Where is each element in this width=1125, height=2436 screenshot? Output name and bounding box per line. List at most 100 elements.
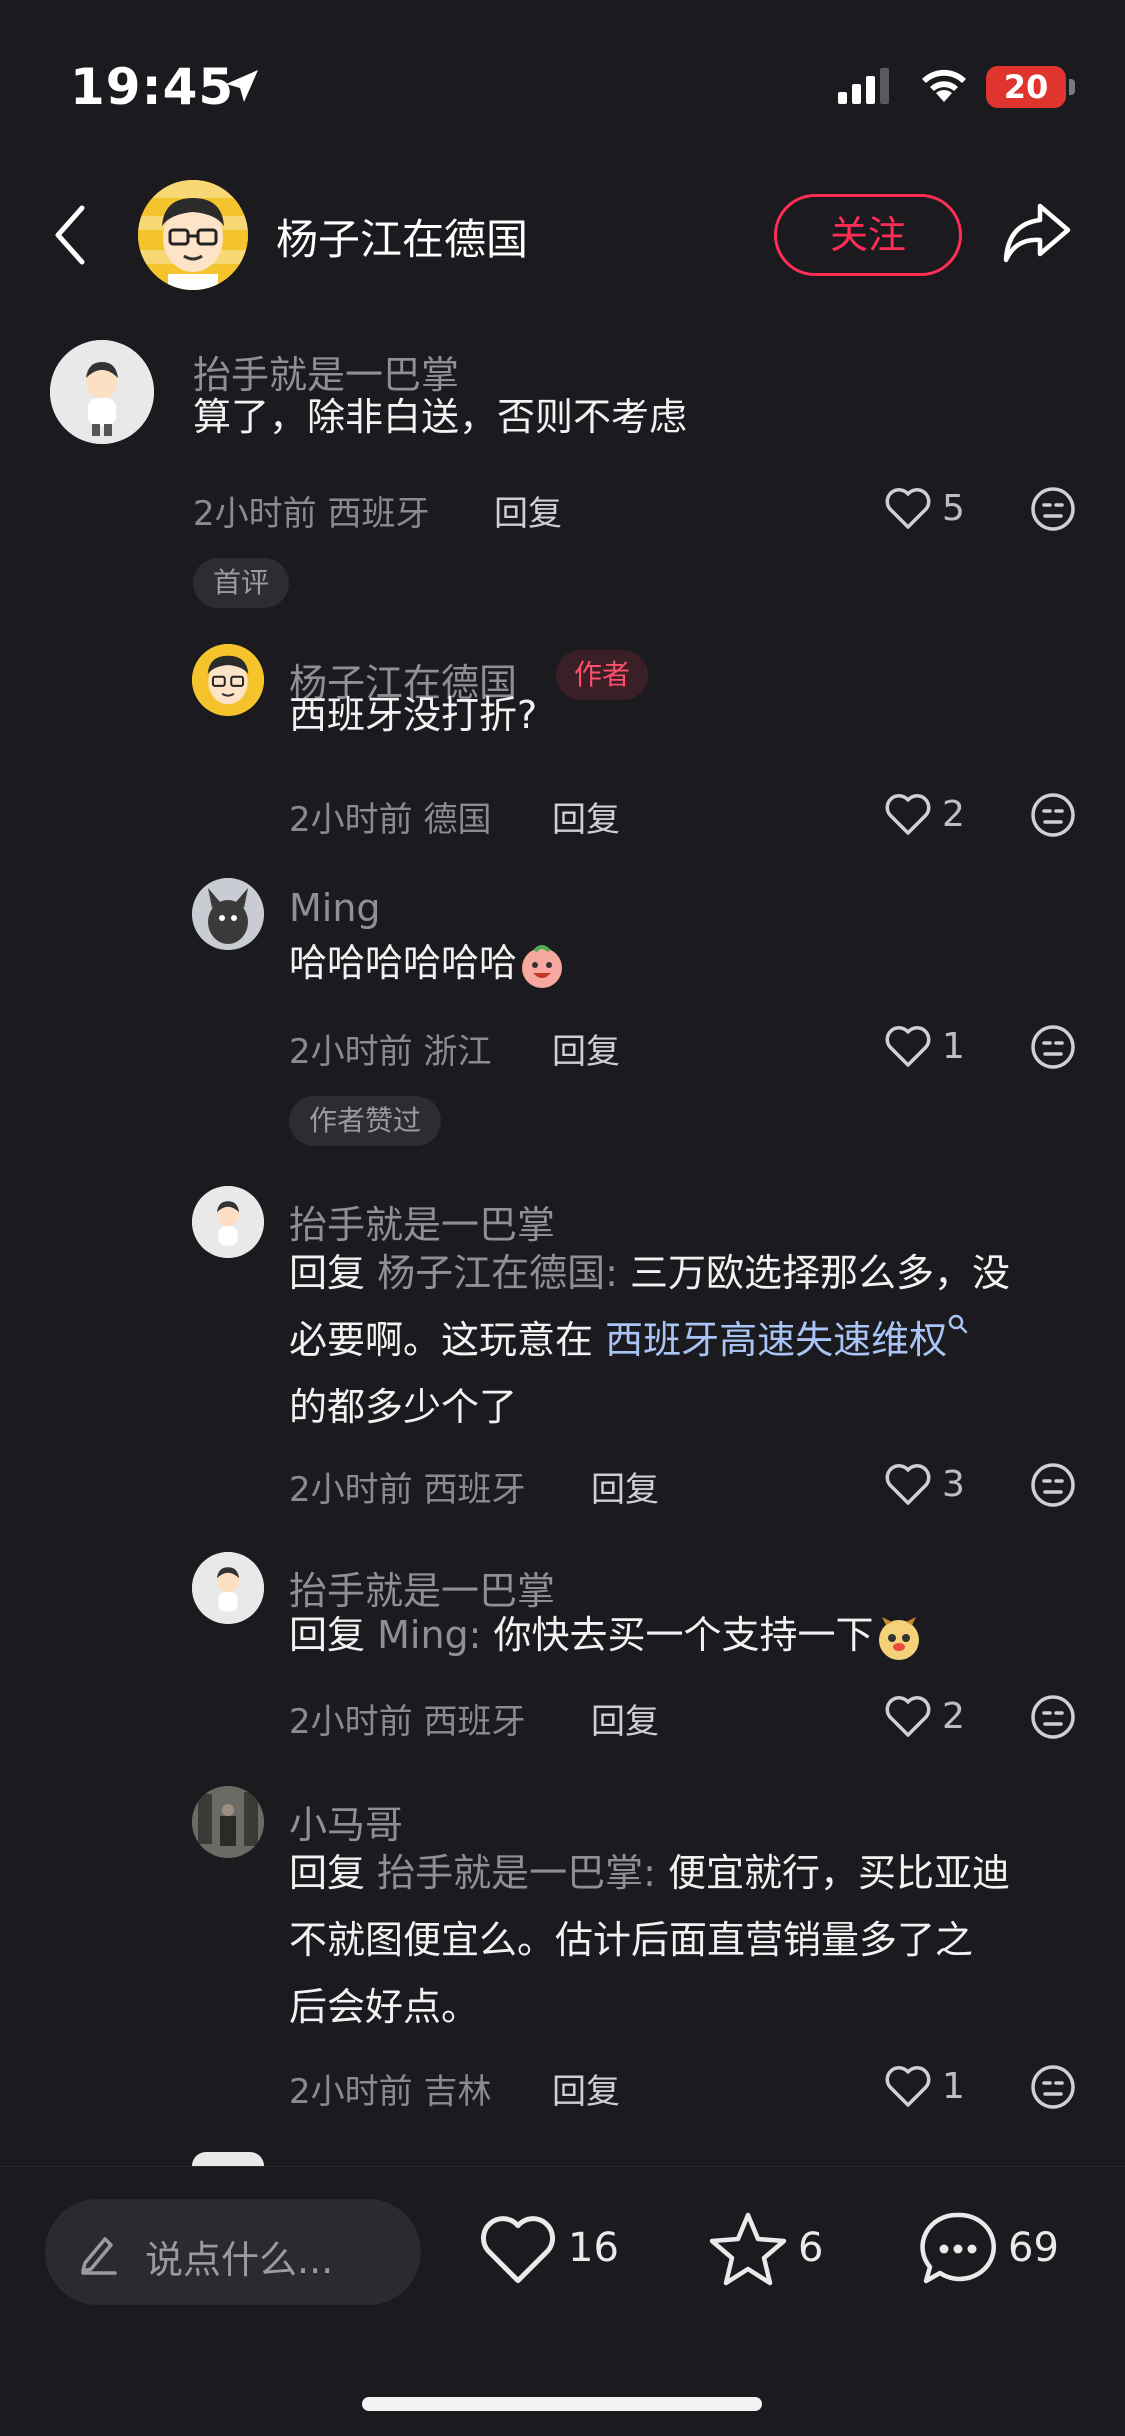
comment-text-content: 便宜就行，买比亚迪	[655, 1851, 1011, 1895]
mention-username[interactable]: 抬手就是一巴掌:	[377, 1851, 656, 1895]
mention-username[interactable]: 杨子江在德国:	[377, 1251, 618, 1295]
reply-button[interactable]: 回复	[552, 1024, 620, 1073]
like-heart-icon[interactable]	[884, 792, 932, 836]
like-button[interactable]: 16	[478, 2205, 638, 2295]
dislike-face-icon[interactable]	[1030, 486, 1076, 532]
battery-indicator: 20	[986, 66, 1066, 108]
status-bar: 19:45 20	[0, 0, 1125, 150]
user-avatar-partial[interactable]	[192, 2152, 264, 2166]
cartoon-face-icon	[138, 180, 248, 290]
comment-text: 西班牙没打折?	[289, 693, 538, 737]
follow-button[interactable]: 关注	[774, 194, 962, 276]
wifi-icon	[922, 69, 966, 102]
reply-button[interactable]: 回复	[591, 1462, 659, 1511]
comment-text-line-2: 不就图便宜么。估计后面直营销量多了之	[289, 1918, 974, 1962]
first-comment-tag: 首评	[193, 558, 290, 608]
like-heart-icon[interactable]	[884, 1462, 932, 1506]
like-count: 2	[942, 794, 965, 835]
user-avatar[interactable]	[192, 878, 264, 950]
reply-prefix: 回复	[289, 1851, 366, 1895]
back-chevron-icon[interactable]	[50, 202, 90, 268]
mention-username[interactable]: Ming:	[377, 1613, 481, 1657]
favorite-button[interactable]: 6	[708, 2205, 838, 2295]
comment-text-line-1: 回复 杨子江在德国: 三万欧选择那么多，没	[289, 1240, 1010, 1307]
user-avatar[interactable]	[192, 1552, 264, 1624]
comment-meta: 2小时前 西班牙	[193, 486, 429, 535]
boy-avatar-icon	[50, 340, 154, 444]
comment-text-line-3: 的都多少个了	[289, 1385, 518, 1429]
user-avatar[interactable]	[50, 340, 154, 444]
street-photo-icon	[192, 1786, 264, 1858]
battery-cap	[1069, 79, 1075, 95]
author-avatar[interactable]	[138, 180, 248, 290]
dislike-face-icon[interactable]	[1030, 1462, 1076, 1508]
user-avatar[interactable]	[192, 1786, 264, 1858]
like-count: 1	[942, 2066, 965, 2107]
comment-location: 吉林	[423, 2072, 492, 2112]
dog-emoji-icon	[878, 1616, 919, 1660]
reply-button[interactable]: 回复	[494, 486, 562, 535]
cellular-signal-icon	[838, 68, 889, 104]
comment-meta: 2小时前 西班牙	[289, 1694, 525, 1743]
dislike-face-icon[interactable]	[1030, 1694, 1076, 1740]
boy-avatar-icon	[192, 1186, 264, 1258]
search-link[interactable]: 西班牙高速失速维权	[605, 1318, 947, 1362]
comment-time: 2小时前	[289, 2072, 413, 2112]
comment-time: 2小时前	[193, 494, 317, 534]
home-indicator[interactable]	[362, 2397, 762, 2411]
user-avatar[interactable]	[192, 1186, 264, 1258]
comment-input-placeholder: 说点什么...	[145, 2238, 334, 2282]
battery-level: 20	[1003, 68, 1049, 106]
comment-text: 哈哈哈哈哈哈	[289, 930, 567, 997]
like-count: 3	[942, 1464, 965, 1505]
comment-time: 2小时前	[289, 1470, 413, 1510]
comment-text-line-1: 回复 抬手就是一巴掌: 便宜就行，买比亚迪	[289, 1840, 1010, 1907]
star-icon	[709, 2212, 787, 2286]
comment-username[interactable]: Ming	[289, 886, 381, 930]
comment-text-line-2: 必要啊。这玩意在 西班牙高速失速维权	[289, 1307, 969, 1374]
comment-time: 2小时前	[289, 1702, 413, 1742]
comment-bubble-icon	[920, 2212, 996, 2284]
comment-text-line-3: 后会好点。	[289, 1985, 480, 2029]
comment-meta: 2小时前 西班牙	[289, 1462, 525, 1511]
comment-location: 西班牙	[327, 494, 430, 534]
location-arrow-icon	[226, 70, 258, 102]
comment-text-content: 你快去买一个支持一下	[481, 1613, 874, 1657]
dog-photo-icon	[192, 878, 264, 950]
post-favorite-count: 6	[798, 2225, 824, 2271]
share-arrow-icon[interactable]	[1000, 200, 1072, 266]
like-heart-icon[interactable]	[884, 2064, 932, 2108]
comment-meta: 2小时前 吉林	[289, 2064, 491, 2113]
boy-avatar-icon	[192, 1552, 264, 1624]
user-avatar[interactable]	[192, 644, 264, 716]
header: 杨子江在德国 关注	[0, 170, 1125, 300]
post-comment-count: 69	[1008, 2225, 1059, 2271]
comments-button[interactable]: 69	[918, 2205, 1088, 2295]
reply-button[interactable]: 回复	[591, 1694, 659, 1743]
like-count: 2	[942, 1696, 965, 1737]
reply-button[interactable]: 回复	[552, 792, 620, 841]
comment-location: 浙江	[423, 1032, 492, 1072]
dislike-face-icon[interactable]	[1030, 792, 1076, 838]
comment-input[interactable]: 说点什么...	[45, 2199, 421, 2305]
comment-location: 西班牙	[423, 1702, 526, 1742]
reply-prefix: 回复	[289, 1251, 366, 1295]
search-icon[interactable]	[947, 1313, 969, 1335]
comment-time: 2小时前	[289, 800, 413, 840]
like-heart-icon[interactable]	[884, 1024, 932, 1068]
comment-text-content: 三万欧选择那么多，没	[617, 1251, 1011, 1295]
like-heart-icon[interactable]	[884, 486, 932, 530]
author-liked-tag: 作者赞过	[289, 1096, 442, 1146]
comment-location: 西班牙	[423, 1470, 526, 1510]
reply-button[interactable]: 回复	[552, 2064, 620, 2113]
author-name[interactable]: 杨子江在德国	[276, 206, 528, 267]
comment-text: 回复 Ming: 你快去买一个支持一下	[289, 1602, 924, 1669]
status-time: 19:45	[70, 58, 235, 116]
dislike-face-icon[interactable]	[1030, 2064, 1076, 2110]
dislike-face-icon[interactable]	[1030, 1024, 1076, 1070]
pencil-icon	[81, 2237, 117, 2275]
like-heart-icon[interactable]	[884, 1694, 932, 1738]
author-badge: 作者	[556, 650, 649, 700]
post-like-count: 16	[568, 2225, 619, 2271]
comment-text-content: 必要啊。这玩意在	[289, 1318, 606, 1362]
